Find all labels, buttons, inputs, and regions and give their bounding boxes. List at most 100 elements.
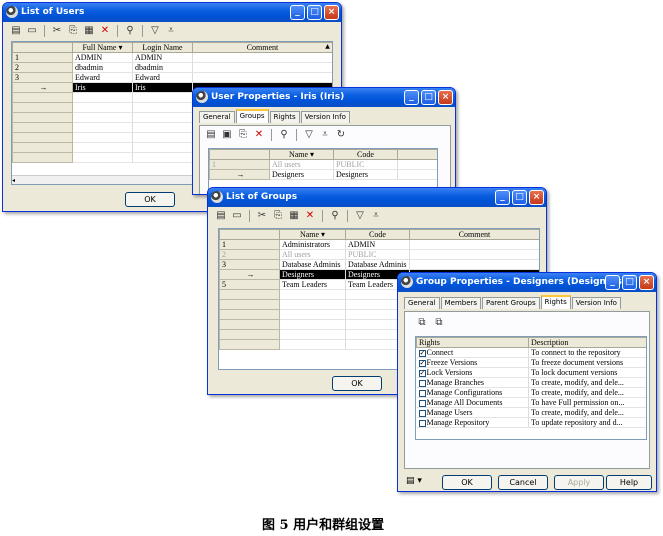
scroll-up-icon[interactable]: ▲ <box>323 42 332 51</box>
paste-icon[interactable]: ▦ <box>82 24 96 38</box>
right-checkbox[interactable] <box>418 379 426 387</box>
maximize-button[interactable]: □ <box>512 190 527 205</box>
copy-icon[interactable]: ⎘ <box>66 24 80 38</box>
delete-icon[interactable]: ✕ <box>303 209 317 223</box>
maximize-button[interactable]: □ <box>622 275 637 290</box>
right-checkbox[interactable] <box>418 399 426 407</box>
list-groups-titlebar[interactable]: List of Groups _ □ × <box>208 188 546 207</box>
column-header[interactable]: Code <box>345 229 410 240</box>
right-row[interactable]: ✓Lock Versions To lock document versions <box>416 367 646 378</box>
right-checkbox[interactable]: ✓ <box>418 369 426 377</box>
app-icon <box>211 191 223 203</box>
uncheck-all-icon[interactable]: ⧉ <box>432 316 446 330</box>
column-header[interactable]: Comment <box>192 42 332 53</box>
copy-icon[interactable]: ⎘ <box>236 128 250 142</box>
table-row[interactable]: 2 dbadmin dbadmin <box>12 62 332 73</box>
tab-version-info[interactable]: Version Info <box>300 111 350 123</box>
user-properties-window: User Properties - Iris (Iris) _ □ × Gene… <box>192 87 456 195</box>
ok-button[interactable]: OK <box>442 475 492 490</box>
filter-icon[interactable]: ▽ <box>353 209 367 223</box>
right-row[interactable]: ✓Freeze Versions To freeze document versi… <box>416 357 646 368</box>
filter-icon[interactable]: ▽ <box>148 24 162 38</box>
table-row[interactable]: 1 ADMIN ADMIN <box>12 52 332 63</box>
user-properties-titlebar[interactable]: User Properties - Iris (Iris) _ □ × <box>193 88 455 107</box>
table-row[interactable]: 1 All users PUBLIC <box>209 159 437 170</box>
refresh-icon[interactable]: ↻ <box>334 128 348 142</box>
column-header[interactable]: Rights <box>416 337 529 348</box>
tab-general[interactable]: General <box>199 111 235 123</box>
table-row[interactable]: 3 Database Adminis Database Adminis <box>219 259 539 270</box>
minimize-button[interactable]: _ <box>605 275 620 290</box>
menu-dropdown-icon[interactable]: ▤ ▾ <box>406 476 422 486</box>
table-row[interactable]: 2 All users PUBLIC <box>219 249 539 260</box>
sort-icon[interactable]: ⩡ <box>164 24 178 38</box>
copy-icon[interactable]: ⎘ <box>271 209 285 223</box>
tab-version-info[interactable]: Version Info <box>571 297 621 309</box>
delete-icon[interactable]: ✕ <box>252 128 266 142</box>
group-properties-titlebar[interactable]: Group Properties - Designers (Designers)… <box>398 273 656 292</box>
apply-button[interactable]: Apply <box>554 475 604 490</box>
maximize-button[interactable]: □ <box>307 5 322 20</box>
sort-icon[interactable]: ⩡ <box>318 128 332 142</box>
list-users-titlebar[interactable]: List of Users _ □ × <box>3 3 341 22</box>
column-header[interactable]: Comment <box>409 229 539 240</box>
delete-icon[interactable]: ✕ <box>98 24 112 38</box>
right-row[interactable]: Manage All Documents To have Full permiss… <box>416 397 646 408</box>
add-icon[interactable]: ▣ <box>220 128 234 142</box>
close-button[interactable]: × <box>438 90 453 105</box>
close-button[interactable]: × <box>529 190 544 205</box>
sort-icon[interactable]: ⩡ <box>369 209 383 223</box>
app-icon <box>6 6 18 18</box>
find-icon[interactable]: ⚲ <box>328 209 342 223</box>
cut-icon[interactable]: ✂ <box>255 209 269 223</box>
minimize-button[interactable]: _ <box>290 5 305 20</box>
cut-icon[interactable]: ✂ <box>50 24 64 38</box>
paste-icon[interactable]: ▦ <box>287 209 301 223</box>
column-header[interactable]: Full Name ▾ <box>72 42 133 53</box>
check-all-icon[interactable]: ⧉ <box>415 316 429 330</box>
column-header[interactable]: Login Name <box>132 42 193 53</box>
properties-icon[interactable]: ▤ <box>9 24 23 38</box>
table-row[interactable]: → Designers Designers <box>209 169 437 180</box>
properties-icon[interactable]: ▤ <box>204 128 218 142</box>
table-row[interactable]: 1 Administrators ADMIN <box>219 239 539 250</box>
filter-icon[interactable]: ▽ <box>302 128 316 142</box>
new-icon[interactable]: ▭ <box>230 209 244 223</box>
right-checkbox[interactable]: ✓ <box>418 359 426 367</box>
maximize-button[interactable]: □ <box>421 90 436 105</box>
tab-parent-groups[interactable]: Parent Groups <box>482 297 540 309</box>
right-row[interactable]: Manage Configurations To create, modify, … <box>416 387 646 398</box>
right-row[interactable]: Manage Branches To create, modify, and de… <box>416 377 646 388</box>
find-icon[interactable]: ⚲ <box>123 24 137 38</box>
column-header[interactable]: Code <box>333 149 398 160</box>
column-header[interactable]: Name ▾ <box>279 229 346 240</box>
tab-members[interactable]: Members <box>440 297 482 309</box>
minimize-button[interactable]: _ <box>495 190 510 205</box>
right-checkbox[interactable] <box>418 389 426 397</box>
cancel-button[interactable]: Cancel <box>498 475 548 490</box>
right-row[interactable]: ✓Connect To connect to the repository <box>416 347 646 358</box>
tab-rights[interactable]: Rights <box>540 295 571 309</box>
right-checkbox[interactable] <box>418 409 426 417</box>
tab-rights[interactable]: Rights <box>269 111 300 123</box>
find-icon[interactable]: ⚲ <box>277 128 291 142</box>
tab-groups[interactable]: Groups <box>235 109 269 123</box>
properties-icon[interactable]: ▤ <box>214 209 228 223</box>
tab-general[interactable]: General <box>404 297 440 309</box>
ok-button[interactable]: OK <box>332 376 382 391</box>
right-checkbox[interactable] <box>418 419 426 427</box>
right-checkbox[interactable]: ✓ <box>418 349 426 357</box>
column-header[interactable]: Description <box>528 337 646 348</box>
ok-button[interactable]: OK <box>125 192 175 207</box>
close-button[interactable]: × <box>324 5 339 20</box>
minimize-button[interactable]: _ <box>404 90 419 105</box>
close-button[interactable]: × <box>639 275 654 290</box>
right-row[interactable]: Manage Users To create, modify, and dele.… <box>416 407 646 418</box>
table-row[interactable]: 3 Edward Edward <box>12 72 332 83</box>
column-header[interactable]: Name ▾ <box>269 149 334 160</box>
help-button[interactable]: Help <box>606 475 652 490</box>
new-icon[interactable]: ▭ <box>25 24 39 38</box>
right-row[interactable]: Manage Repository To update repository an… <box>416 417 646 428</box>
group-properties-window: Group Properties - Designers (Designers)… <box>397 272 657 492</box>
window-title: User Properties - Iris (Iris) <box>211 92 345 102</box>
